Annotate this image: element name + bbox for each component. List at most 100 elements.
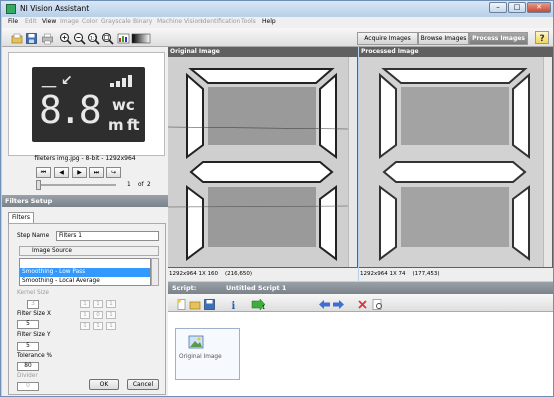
processed-vertical-scrollbar[interactable] — [543, 57, 552, 267]
last-image-button[interactable]: ⏭ — [89, 167, 104, 178]
first-image-button[interactable]: ⏮ — [36, 167, 51, 178]
acquire-images-button[interactable]: Acquire Images — [357, 32, 418, 45]
save-script-icon[interactable] — [202, 297, 215, 310]
script-step-original-image[interactable]: Original Image — [175, 328, 240, 380]
image-source-label: Image Source — [32, 248, 72, 254]
script-area: Original Image — [168, 312, 553, 396]
histogram-icon[interactable] — [116, 31, 130, 44]
original-image-canvas[interactable] — [168, 57, 348, 267]
filter-size-y-input[interactable]: 5 — [17, 342, 39, 351]
script-header: Script: Untitled Script 1 — [168, 282, 553, 294]
thumb-unit-mft: m ft — [108, 116, 140, 134]
filter-list-scrollbar[interactable] — [151, 258, 159, 286]
image-thumbnail: ⸏ ↙ 8.8 wc m ft — [32, 67, 145, 142]
help-icon[interactable]: ? — [535, 31, 549, 44]
processed-status: 1292x964 1X 74 (177,453) — [359, 268, 553, 281]
tolerance-input[interactable]: 80 — [17, 362, 39, 371]
move-step-right-icon[interactable] — [331, 297, 344, 310]
image-index: 1 — [127, 182, 131, 188]
setup-tabbar: Filters — [2, 209, 168, 223]
step-properties-icon[interactable] — [370, 297, 383, 310]
original-image-title: Original Image — [170, 48, 220, 55]
move-step-left-icon[interactable] — [317, 297, 330, 310]
menu-edit[interactable]: Edit — [25, 18, 37, 25]
script-label: Script: — [172, 284, 197, 292]
menu-identification[interactable]: Identification — [201, 18, 240, 25]
run-once-icon[interactable]: 1 — [250, 297, 266, 311]
kernel-cell[interactable]: 1 — [106, 311, 116, 319]
menu-view[interactable]: View — [42, 18, 56, 25]
menu-tools[interactable]: Tools — [241, 18, 256, 25]
menu-bar: File Edit View Image Color Grayscale Bin… — [2, 17, 553, 28]
previous-image-button[interactable]: ◀ — [54, 167, 69, 178]
original-image-viewer: Original Image 1292x964 1X 160 (216,650) — [168, 47, 358, 281]
image-step-icon — [188, 335, 204, 349]
image-thumbnail-frame[interactable]: ⸏ ↙ 8.8 wc m ft — [8, 52, 165, 156]
main-toolbar: 1:1 Acquire Images Browse Images Process… — [2, 28, 553, 47]
image-slider[interactable] — [36, 180, 116, 190]
svg-text:1: 1 — [262, 305, 265, 311]
delete-step-icon[interactable] — [355, 297, 368, 310]
zoom-in-icon[interactable] — [58, 31, 72, 45]
title-bar: NI Vision Assistant – □ ✕ — [1, 1, 553, 17]
step-name-label: Step Name — [17, 233, 50, 239]
close-window-button[interactable]: ✕ — [527, 2, 551, 13]
cancel-button[interactable]: Cancel — [127, 379, 159, 390]
menu-color[interactable]: Color — [82, 18, 98, 25]
list-item-low-pass[interactable]: Smoothing - Low Pass — [20, 268, 150, 277]
menu-machine-vision[interactable]: Machine Vision — [157, 18, 202, 25]
image-total: 2 — [147, 182, 151, 188]
kernel-cell[interactable]: 1 — [80, 300, 90, 308]
filter-list[interactable]: Smoothing - Low Pass Smoothing - Local A… — [19, 258, 151, 286]
kernel-size-input[interactable]: 3 — [27, 300, 39, 309]
menu-file[interactable]: File — [8, 18, 18, 25]
image-source-bar[interactable]: Image Source — [19, 246, 159, 256]
original-vertical-scrollbar[interactable] — [348, 57, 357, 267]
kernel-cell[interactable]: 0 — [93, 311, 103, 319]
processed-image-viewer: Processed Image 1292x964 1X 74 (177,453) — [359, 47, 553, 281]
new-script-icon[interactable] — [174, 297, 187, 310]
filter-size-x-input[interactable]: 5 — [17, 320, 39, 329]
svg-text:1:1: 1:1 — [90, 36, 97, 42]
menu-grayscale[interactable]: Grayscale — [101, 18, 131, 25]
save-icon[interactable] — [24, 31, 37, 44]
minimize-button[interactable]: – — [489, 2, 507, 13]
next-image-button[interactable]: ▶ — [72, 167, 87, 178]
maximize-button[interactable]: □ — [508, 2, 526, 13]
processed-image-canvas[interactable] — [359, 57, 543, 267]
ok-button[interactable]: OK — [89, 379, 119, 390]
kernel-cell[interactable]: 1 — [80, 322, 90, 330]
zoom-1-to-1-icon[interactable]: 1:1 — [86, 31, 100, 45]
filter-size-y-label: Filter Size Y — [17, 332, 51, 338]
open-image-icon[interactable] — [10, 31, 23, 44]
menu-binary[interactable]: Binary — [133, 18, 152, 25]
step-name-input[interactable]: Filters 1 — [56, 231, 159, 241]
kernel-cell[interactable]: 1 — [80, 311, 90, 319]
browse-images-button[interactable]: Browse Images — [418, 32, 469, 45]
divider-input[interactable]: 0 — [17, 382, 39, 391]
list-item-local-average[interactable]: Smoothing - Local Average — [20, 277, 150, 286]
kernel-cell[interactable]: 1 — [93, 300, 103, 308]
slider-thumb[interactable] — [36, 180, 41, 190]
kernel-cell[interactable]: 1 — [106, 300, 116, 308]
process-images-button[interactable]: Process Images — [469, 32, 528, 45]
zoom-fit-icon[interactable] — [100, 31, 114, 45]
menu-help[interactable]: Help — [262, 18, 276, 25]
kernel-cell[interactable]: 1 — [93, 322, 103, 330]
kernel-cell[interactable]: 1 — [106, 322, 116, 330]
palette-gradient-icon[interactable] — [130, 31, 151, 44]
left-panel: ⸏ ↙ 8.8 wc m ft fileters img.jpg - 8-bit… — [2, 47, 168, 396]
processed-image-title: Processed Image — [361, 48, 419, 55]
open-script-icon[interactable] — [188, 297, 201, 310]
info-icon[interactable]: i — [226, 297, 239, 312]
tab-filters[interactable]: Filters — [8, 212, 34, 223]
loop-button[interactable]: ↪ — [106, 167, 121, 178]
app-icon — [6, 4, 16, 14]
svg-text:?: ? — [540, 34, 545, 43]
seven-segment-image-processed — [359, 57, 543, 267]
menu-image[interactable]: Image — [60, 18, 79, 25]
slider-track — [36, 184, 116, 186]
zoom-out-icon[interactable] — [72, 31, 86, 45]
print-icon[interactable] — [40, 31, 53, 45]
signal-bars-icon — [110, 75, 132, 87]
